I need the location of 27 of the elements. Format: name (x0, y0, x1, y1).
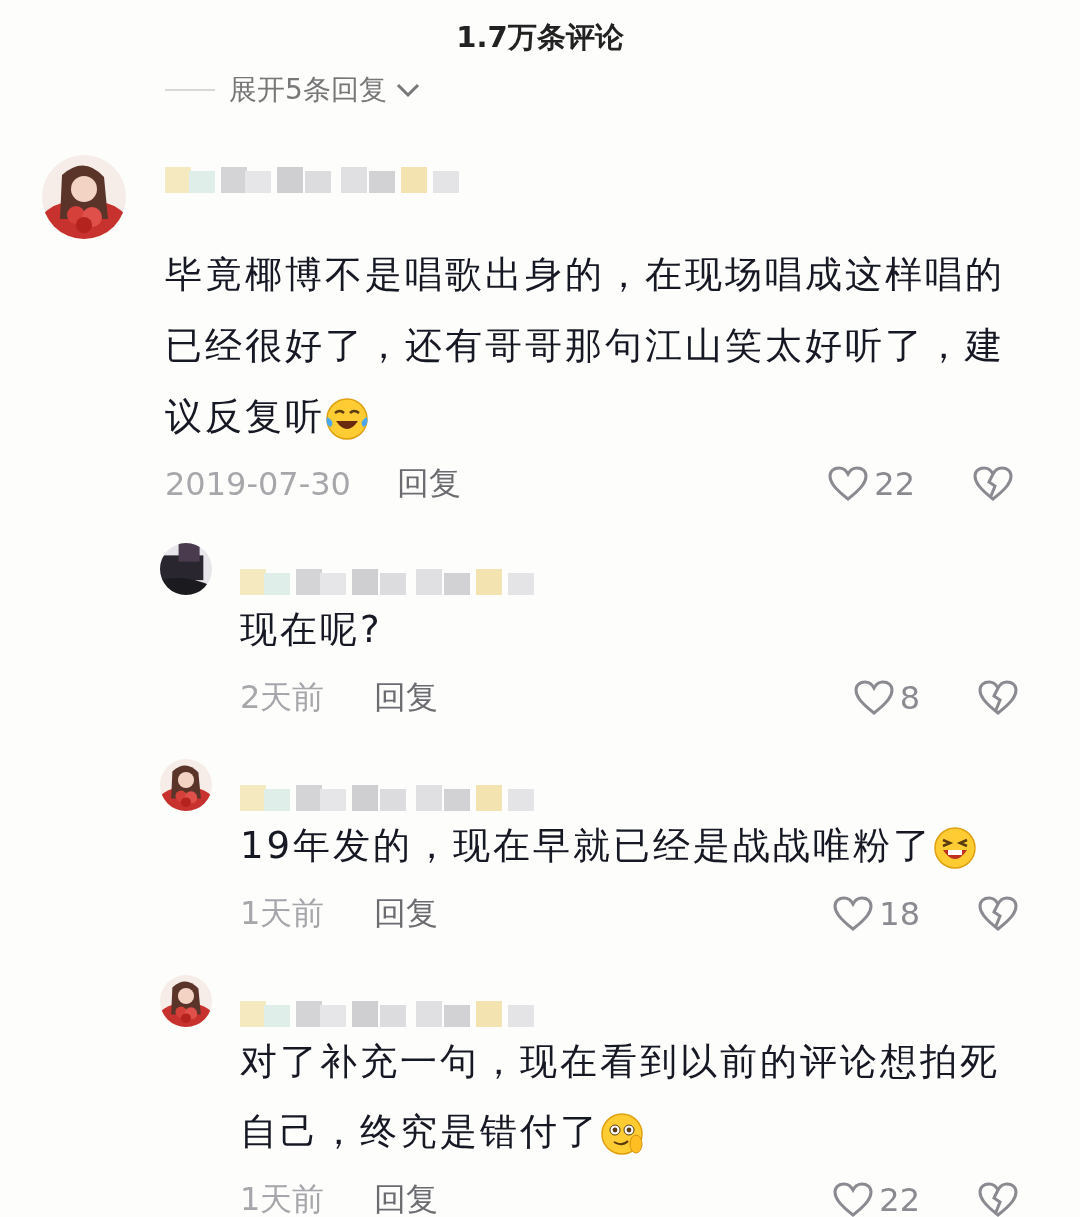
reply-button[interactable]: 回复 (374, 892, 438, 936)
dislike-button[interactable] (978, 680, 1018, 716)
comment-text: 现在呢? (240, 608, 383, 651)
chevron-down-icon (394, 82, 421, 98)
dislike-button[interactable] (973, 466, 1013, 502)
comment-date: 1天前 (240, 893, 326, 934)
comments-count-title: 1.7万条评论 (456, 19, 624, 56)
smiling-emoji-icon (600, 1111, 644, 1156)
comment-text: 自己，终究是错付了 (240, 1110, 600, 1153)
comment-date: 1天前 (240, 1179, 326, 1217)
reply-button[interactable]: 回复 (397, 462, 461, 506)
like-button[interactable]: 18 (833, 895, 920, 933)
comment-text: 对了补充一句，现在看到以前的评论想拍死 (240, 1039, 1001, 1085)
comment-text: 19年发的，现在早就已经是战战唯粉了 (240, 824, 934, 867)
comment-date: 2019-07-30 (165, 465, 352, 503)
comment-date: 2天前 (240, 677, 326, 718)
reply-button[interactable]: 回复 (374, 676, 438, 720)
comment-text: 议反复听 (165, 395, 325, 438)
comment-text: 毕竟椰博不是唱歌出身的，在现场唱成这样唱的已经很好了，还有哥哥那句江山笑太好听了，建 (165, 252, 1006, 369)
grinning-emoji-icon (933, 825, 978, 870)
dislike-button[interactable] (978, 1182, 1018, 1217)
expand-replies-button[interactable]: 展开5条回复 (229, 71, 421, 109)
dislike-button[interactable] (978, 896, 1018, 932)
like-button[interactable]: 22 (828, 465, 915, 503)
laughing-crying-emoji-icon (325, 396, 369, 441)
like-button[interactable]: 22 (833, 1181, 920, 1217)
reply-button[interactable]: 回复 (374, 1178, 438, 1217)
